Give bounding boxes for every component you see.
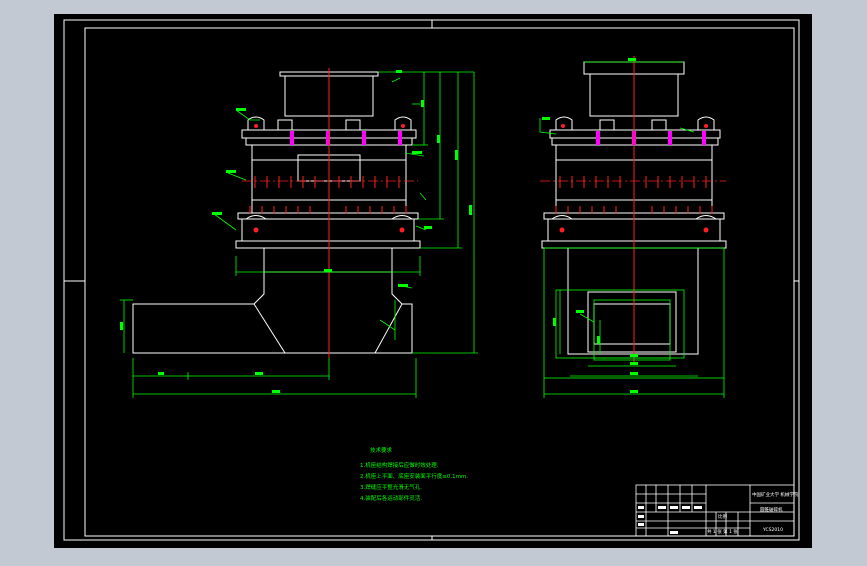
scale-label: 比例: [718, 513, 727, 520]
drawing-number: YCS2010: [762, 527, 783, 533]
sheet-label: 共 1 张 第 1 张: [707, 528, 738, 535]
drawing-name: 圆锥破碎机: [760, 506, 783, 513]
note-line: 1.机座结构焊接后应做时效处理.: [360, 461, 439, 469]
note-line: 4.装配后各运动部件灵活.: [360, 494, 422, 502]
note-line: 3.焊缝应平整光滑无气孔.: [360, 483, 422, 491]
notes-heading: 技术要求: [370, 446, 393, 454]
note-line: 2.机座上平面、底座安装面平行度≤0.1mm.: [360, 472, 468, 480]
cad-viewport[interactable]: 技术要求 1.机座结构焊接后应做时效处理. 2.机座上平面、底座安装面平行度≤0…: [0, 0, 867, 562]
school-name: 中国矿业大学 机械学院: [752, 491, 799, 498]
drawing-canvas: 技术要求 1.机座结构焊接后应做时效处理. 2.机座上平面、底座安装面平行度≤0…: [54, 14, 812, 548]
